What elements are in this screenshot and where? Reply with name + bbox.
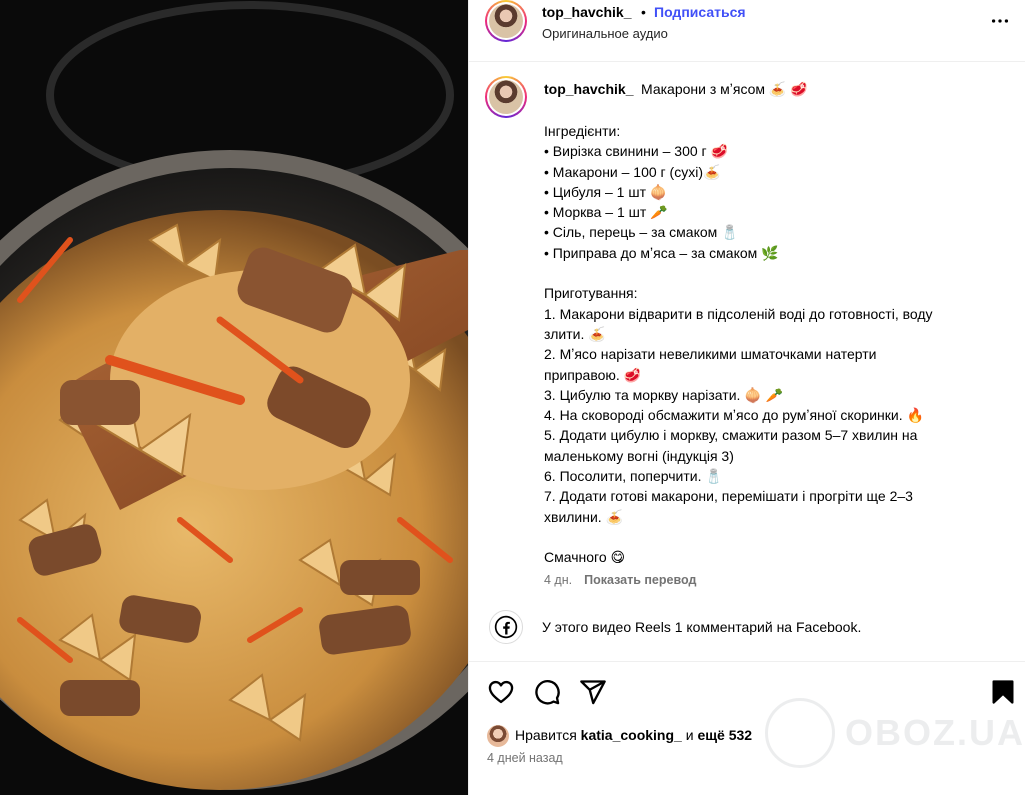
caption-line: • Цибуля – 1 шт 🧅 bbox=[544, 183, 668, 200]
pasta-video-frame bbox=[0, 0, 468, 795]
caption-line: 3. Цибулю та моркву нарізати. 🧅 🥕 bbox=[544, 386, 784, 403]
author-username[interactable]: top_havchik_ bbox=[542, 4, 631, 20]
caption-line: Приготування: bbox=[544, 285, 638, 302]
caption-line: маленькому вогні (індукція 3) bbox=[544, 447, 734, 464]
caption-line: • Макарони – 100 г (сухі)🍝 bbox=[544, 163, 721, 180]
caption-line: • Сіль, перець – за смаком 🧂 bbox=[544, 224, 739, 241]
more-options-icon[interactable] bbox=[989, 10, 1011, 32]
caption-age: 4 дн. bbox=[544, 573, 573, 587]
caption-line: Смачного 😋 bbox=[544, 549, 626, 566]
likes-count[interactable]: ещё 532 bbox=[697, 727, 752, 743]
caption-line: • Вирізка свинини – 300 г 🥩 bbox=[544, 143, 728, 160]
likes-prefix: Нравится bbox=[515, 727, 581, 743]
reel-video[interactable] bbox=[0, 0, 468, 795]
watermark-globe-icon bbox=[765, 698, 835, 768]
facebook-comments-row[interactable]: У этого видео Reels 1 комментарий на Fac… bbox=[489, 610, 1009, 644]
caption-line: 2. Мʼясо нарізати невеликими шматочками … bbox=[544, 346, 877, 363]
post-actions: OBOZ.UA Нравится katia_cooking_ и ещё 53… bbox=[469, 661, 1025, 795]
watermark: OBOZ.UA bbox=[765, 698, 1023, 768]
send-icon[interactable] bbox=[579, 678, 607, 706]
caption-line: • Морква – 1 шт 🥕 bbox=[544, 204, 668, 221]
liker-avatar[interactable] bbox=[487, 725, 509, 747]
liker-username[interactable]: katia_cooking_ bbox=[581, 727, 682, 743]
caption-avatar[interactable] bbox=[485, 76, 527, 118]
caption-line: Інгредієнти: bbox=[544, 123, 621, 139]
heart-icon[interactable] bbox=[487, 678, 515, 706]
caption-title: Макарони з мʼясом 🍝 🥩 bbox=[641, 81, 808, 97]
post-header: top_havchik_ • Подписаться Оригинальное … bbox=[469, 0, 1025, 62]
caption-meta: 4 дн. Показать перевод bbox=[544, 573, 696, 587]
facebook-icon bbox=[489, 610, 523, 644]
author-avatar[interactable] bbox=[485, 0, 527, 42]
caption-line: 1. Макарони відварити в підсоленій воді … bbox=[544, 305, 933, 322]
audio-label[interactable]: Оригинальное аудио bbox=[542, 26, 668, 41]
caption-username[interactable]: top_havchik_ bbox=[544, 81, 633, 97]
likes-text: Нравится katia_cooking_ и ещё 532 bbox=[515, 727, 752, 743]
caption-line: • Приправа до мʼяса – за смаком 🌿 bbox=[544, 244, 779, 261]
watermark-text: OBOZ.UA bbox=[845, 712, 1025, 753]
caption-line: 5. Додати цибулю і моркву, смажити разом… bbox=[544, 427, 918, 444]
likes-middle: и bbox=[681, 727, 698, 743]
separator-dot: • bbox=[641, 4, 646, 20]
show-translation-link[interactable]: Показать перевод bbox=[584, 573, 696, 587]
follow-button[interactable]: Подписаться bbox=[654, 4, 746, 20]
caption-body: Інгредієнти: • Вирізка свинини – 300 г 🥩 •… bbox=[544, 121, 1004, 568]
caption-line: злити. 🍝 bbox=[544, 325, 606, 342]
facebook-comments-text: У этого видео Reels 1 комментарий на Fac… bbox=[542, 619, 862, 635]
caption-line: 7. Додати готові макарони, перемішати і … bbox=[544, 488, 913, 505]
caption-line: хвилини. 🍝 bbox=[544, 508, 624, 525]
comment-icon[interactable] bbox=[533, 678, 561, 706]
post-sidebar: top_havchik_ • Подписаться Оригинальное … bbox=[468, 0, 1025, 795]
caption-line: 4. На сковороді обсмажити мʼясо до румʼя… bbox=[544, 407, 924, 424]
caption-line: 6. Посолити, поперчити. 🧂 bbox=[544, 468, 723, 485]
posted-ago: 4 дней назад bbox=[487, 751, 563, 765]
caption-line: приправою. 🥩 bbox=[544, 366, 642, 383]
